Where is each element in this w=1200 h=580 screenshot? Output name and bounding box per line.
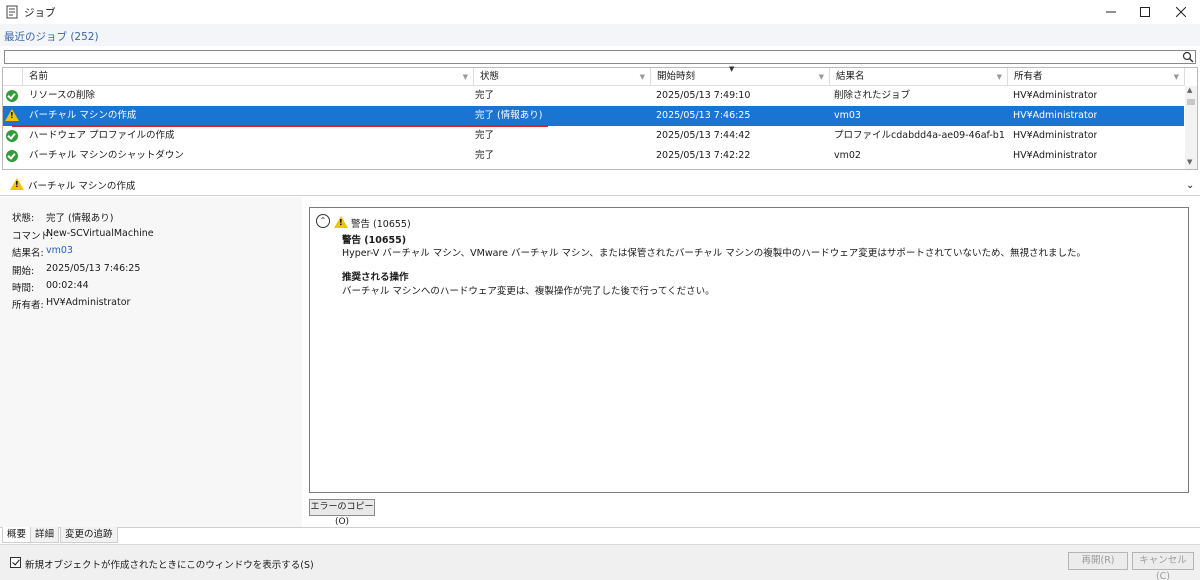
table-row[interactable]: バーチャル マシンのシャットダウン 完了 2025/05/13 7:42:22 …: [3, 146, 1184, 166]
row-name: ハードウェア プロファイルの作成: [29, 130, 175, 141]
row-name: リソースの削除: [29, 90, 96, 101]
row-owner: HV¥Administrator: [1013, 130, 1098, 141]
column-header-state[interactable]: 状態 ▼: [474, 68, 651, 86]
scroll-up-icon[interactable]: ▲: [1187, 86, 1192, 94]
recent-jobs-header: [0, 24, 1200, 46]
jobs-app-icon: [6, 5, 18, 19]
message-title: 警告 (10655): [342, 235, 407, 246]
warning-icon: [10, 178, 24, 190]
message-body: Hyper-V バーチャル マシン、VMware バーチャル マシン、または保管…: [342, 248, 1087, 259]
show-window-checkbox[interactable]: [10, 557, 21, 568]
row-start-time: 2025/05/13 7:49:10: [656, 90, 751, 101]
collapse-message-button[interactable]: ⌃: [316, 214, 330, 228]
column-header-status[interactable]: [3, 68, 23, 86]
column-filter-icon[interactable]: ▼: [997, 69, 1002, 86]
close-icon: [1176, 7, 1186, 17]
row-result: 削除されたジョブ: [834, 90, 911, 101]
table-row-selected[interactable]: バーチャル マシンの作成 完了 (情報あり) 2025/05/13 7:46:2…: [3, 106, 1184, 126]
detail-header-bar: [0, 172, 1200, 196]
status-label: 状態:: [12, 213, 35, 224]
success-icon: [6, 150, 18, 162]
chevron-down-icon[interactable]: ⌄: [1186, 180, 1194, 191]
row-state: 完了: [475, 150, 495, 161]
row-start-time: 2025/05/13 7:42:22: [656, 150, 751, 161]
column-header-start-time[interactable]: 開始時刻 ▼ ▼: [651, 65, 830, 86]
column-header-label: 名前: [29, 71, 49, 82]
scroll-thumb[interactable]: [1187, 99, 1195, 105]
row-state: 完了: [475, 90, 495, 101]
row-result: vm02: [834, 150, 861, 161]
cancel-button[interactable]: キャンセル(C): [1132, 552, 1194, 580]
command-value: New-SCVirtualMachine: [46, 228, 154, 239]
show-window-checkbox-label[interactable]: 新規オブジェクトが作成されたときにこのウィンドウを表示する(S): [25, 557, 314, 571]
job-search-input[interactable]: [4, 50, 1196, 64]
row-owner: HV¥Administrator: [1013, 90, 1098, 101]
sort-descending-icon: ▼: [729, 65, 735, 73]
column-header-label: 所有者: [1014, 71, 1043, 82]
row-result: プロファイルcdabdd4a-ae09-46af-b16b-b...: [834, 130, 1004, 141]
tab-details[interactable]: 詳細: [30, 527, 60, 543]
column-header-owner[interactable]: 所有者 ▼: [1008, 68, 1185, 86]
recommended-action-body: バーチャル マシンへのハードウェア変更は、複製操作が完了した後で行ってください。: [342, 286, 715, 297]
column-header-result[interactable]: 結果名 ▼: [830, 68, 1008, 86]
duration-label: 時間:: [12, 283, 35, 294]
table-row[interactable]: ハードウェア プロファイルの作成 完了 2025/05/13 7:44:42 プ…: [3, 126, 1184, 146]
duration-value: 00:02:44: [46, 280, 89, 291]
title-bar: [0, 0, 1200, 24]
column-header-label: 結果名: [836, 71, 865, 82]
recent-jobs-title: 最近のジョブ (252): [4, 31, 99, 43]
column-filter-icon[interactable]: ▼: [463, 69, 468, 86]
minimize-icon: [1106, 11, 1116, 13]
row-state: 完了: [475, 130, 495, 141]
restart-button[interactable]: 再開(R): [1068, 552, 1128, 570]
row-start-time: 2025/05/13 7:46:25: [656, 110, 751, 121]
message-header: 警告 (10655): [351, 219, 411, 230]
grid-vertical-scrollbar[interactable]: ▲ ▼: [1185, 86, 1197, 169]
detail-title: バーチャル マシンの作成: [28, 181, 136, 192]
column-filter-icon[interactable]: ▼: [819, 69, 824, 86]
window-title: ジョブ: [24, 7, 56, 19]
row-start-time: 2025/05/13 7:44:42: [656, 130, 751, 141]
warning-icon: [5, 109, 19, 121]
success-icon: [6, 130, 18, 142]
column-header-label: 状態: [480, 71, 500, 82]
close-button[interactable]: [1164, 0, 1198, 24]
tab-strip: [0, 527, 1200, 543]
owner-label: 所有者:: [12, 300, 44, 311]
column-header-label: 開始時刻: [657, 71, 696, 82]
start-label: 開始:: [12, 266, 35, 277]
start-value: 2025/05/13 7:46:25: [46, 263, 141, 274]
table-row[interactable]: リソースの削除 完了 2025/05/13 7:49:10 削除されたジョブ H…: [3, 86, 1184, 106]
result-label: 結果名:: [12, 248, 44, 259]
status-value: 完了 (情報あり): [46, 213, 114, 224]
search-icon[interactable]: [1182, 51, 1194, 63]
owner-value: HV¥Administrator: [46, 297, 131, 308]
chevron-up-icon: ⌃: [319, 216, 327, 225]
row-owner: HV¥Administrator: [1013, 150, 1098, 161]
row-owner: HV¥Administrator: [1013, 110, 1098, 121]
tab-change-tracking[interactable]: 変更の追跡: [60, 527, 118, 543]
success-icon: [6, 90, 18, 102]
row-state: 完了 (情報あり): [475, 110, 543, 121]
recommended-action-title: 推奨される操作: [342, 272, 409, 283]
copy-error-button[interactable]: エラーのコピー(O): [309, 499, 375, 527]
column-header-name[interactable]: 名前 ▼: [23, 68, 474, 86]
tab-summary[interactable]: 概要: [2, 527, 32, 543]
warning-icon: [334, 216, 348, 228]
maximize-icon: [1140, 7, 1150, 17]
column-filter-icon[interactable]: ▼: [1174, 69, 1179, 86]
result-link[interactable]: vm03: [46, 245, 73, 256]
row-name: バーチャル マシンの作成: [29, 110, 137, 121]
row-name: バーチャル マシンのシャットダウン: [29, 150, 184, 161]
column-filter-icon[interactable]: ▼: [640, 69, 645, 86]
scroll-down-icon[interactable]: ▼: [1187, 158, 1192, 166]
maximize-button[interactable]: [1128, 0, 1162, 24]
row-result: vm03: [834, 110, 861, 121]
minimize-button[interactable]: [1094, 0, 1128, 24]
